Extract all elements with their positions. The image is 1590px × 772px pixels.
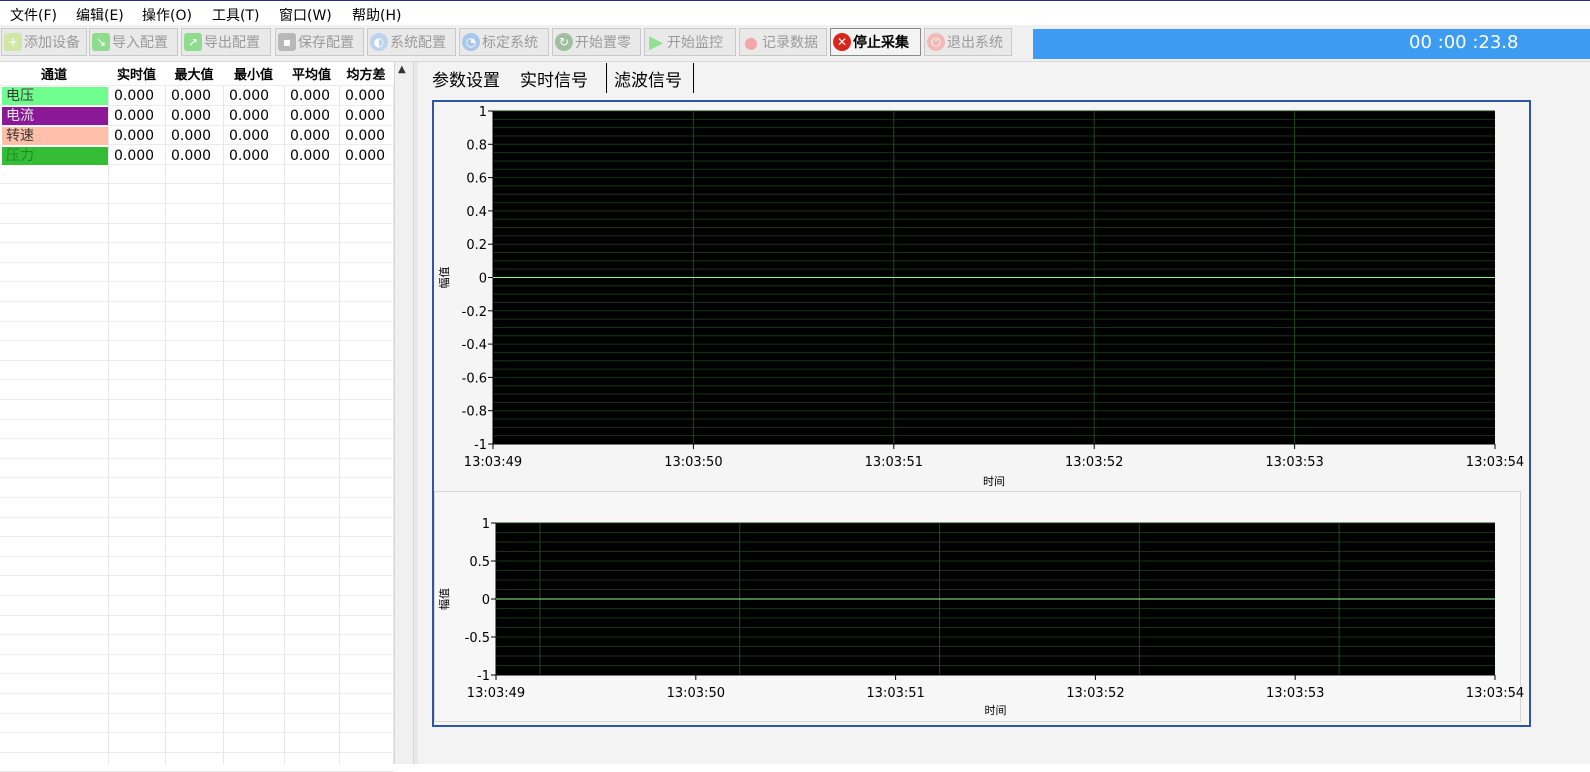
y-tick-label: 0.4 [466,205,487,220]
y-tick-label: 0 [479,272,487,287]
lower-chart: 1 0.5 0 -0.5 -1 13:03:49 13:03:50 13:03:51 13:03… [438,517,1524,717]
y-tick-label: -0.4 [462,338,487,353]
x-tick-label: 13:03:52 [1066,686,1124,701]
y-tick-label: 0.5 [469,555,490,570]
y-axis-label: 幅值 [438,267,451,289]
y-tick-label: 0 [482,593,490,608]
x-tick-label: 13:03:51 [866,686,924,701]
x-tick-label: 13:03:50 [664,455,722,470]
y-tick-label: -0.2 [462,305,487,320]
y-tick-label: 0.8 [466,138,487,153]
x-tick-label: 13:03:49 [467,686,525,701]
y-axis-label: 幅值 [438,588,451,610]
x-axis-label: 时间 [983,475,1005,488]
x-tick-label: 13:03:53 [1265,455,1323,470]
x-tick-label: 13:03:51 [865,455,923,470]
charts-svg: 1 0.8 0.6 0.4 0.2 0 -0.2 -0.4 -0.6 -0.8 -1 13:03:49… [438,105,1524,717]
y-tick-label: -0.8 [462,405,487,420]
x-axis-label: 时间 [985,704,1007,717]
x-tick-label: 13:03:52 [1065,455,1123,470]
y-tick-label: -0.6 [462,371,487,386]
y-tick-label: -1 [474,438,487,453]
x-tick-label: 13:03:54 [1466,455,1524,470]
y-tick-label: -0.5 [465,631,490,646]
x-tick-label: 13:03:53 [1266,686,1324,701]
y-tick-label: 0.2 [466,238,487,253]
y-tick-label: 0.6 [466,172,487,187]
upper-chart: 1 0.8 0.6 0.4 0.2 0 -0.2 -0.4 -0.6 -0.8 -1 13:03:49… [438,105,1524,488]
y-tick-label: 1 [482,517,490,532]
y-tick-label: -1 [477,669,490,684]
x-tick-label: 13:03:50 [667,686,725,701]
y-tick-label: 1 [479,105,487,120]
x-tick-label: 13:03:54 [1466,686,1524,701]
x-tick-label: 13:03:49 [464,455,522,470]
